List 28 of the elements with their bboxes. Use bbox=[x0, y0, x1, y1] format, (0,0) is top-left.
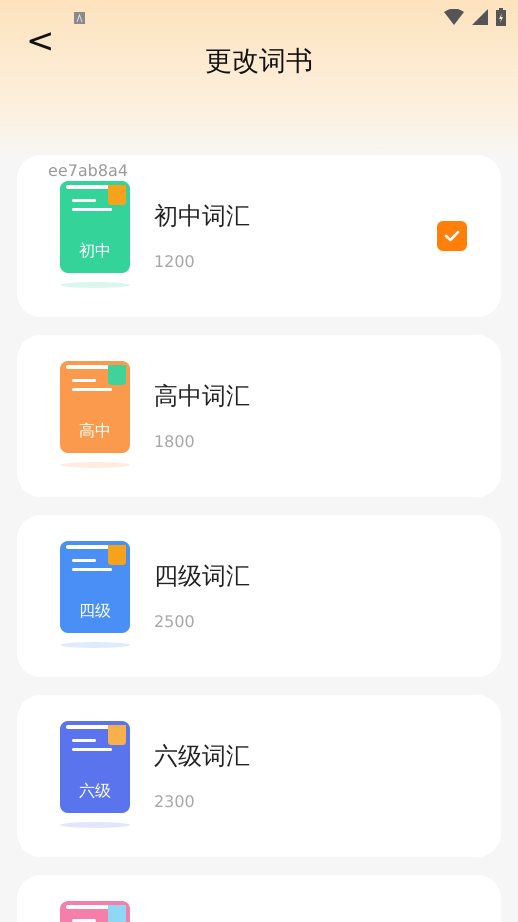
id-label: ee7ab8a4 bbox=[48, 160, 128, 182]
word-count: 1200 bbox=[154, 251, 196, 273]
back-button[interactable]: < bbox=[20, 24, 60, 58]
word-book-card[interactable]: 高中 高中词汇 1800 bbox=[17, 335, 501, 497]
cover-shadow bbox=[60, 642, 130, 648]
cover-label: 四级 bbox=[78, 600, 112, 622]
battery-icon bbox=[496, 8, 506, 26]
word-count: 2300 bbox=[154, 791, 196, 813]
word-book-card[interactable]: 六级 六级词汇 2300 bbox=[17, 695, 501, 857]
word-count: 1800 bbox=[154, 431, 196, 453]
book-title: 高中词汇 bbox=[154, 381, 251, 412]
wifi-icon bbox=[444, 9, 464, 25]
cover-label: 六级 bbox=[78, 780, 112, 802]
cover-label: 初中 bbox=[78, 240, 112, 262]
cover-shadow bbox=[60, 462, 130, 468]
word-book-card[interactable]: 四级 四级词汇 2500 bbox=[17, 515, 501, 677]
page-title: 更改词书 bbox=[205, 46, 313, 77]
cover-shadow bbox=[60, 822, 130, 828]
check-icon bbox=[444, 230, 460, 242]
book-title: 六级词汇 bbox=[154, 741, 251, 772]
cover-label: 高中 bbox=[78, 420, 112, 442]
cover-shadow bbox=[60, 282, 130, 288]
book-title: 初中词汇 bbox=[154, 201, 251, 232]
book-title: 四级词汇 bbox=[154, 561, 251, 592]
signal-icon bbox=[472, 9, 488, 25]
checkbox[interactable] bbox=[437, 221, 467, 251]
word-book-card[interactable]: ee7ab8a4 初中 初中词汇 1200 bbox=[17, 155, 501, 317]
word-count: 2500 bbox=[154, 611, 196, 633]
